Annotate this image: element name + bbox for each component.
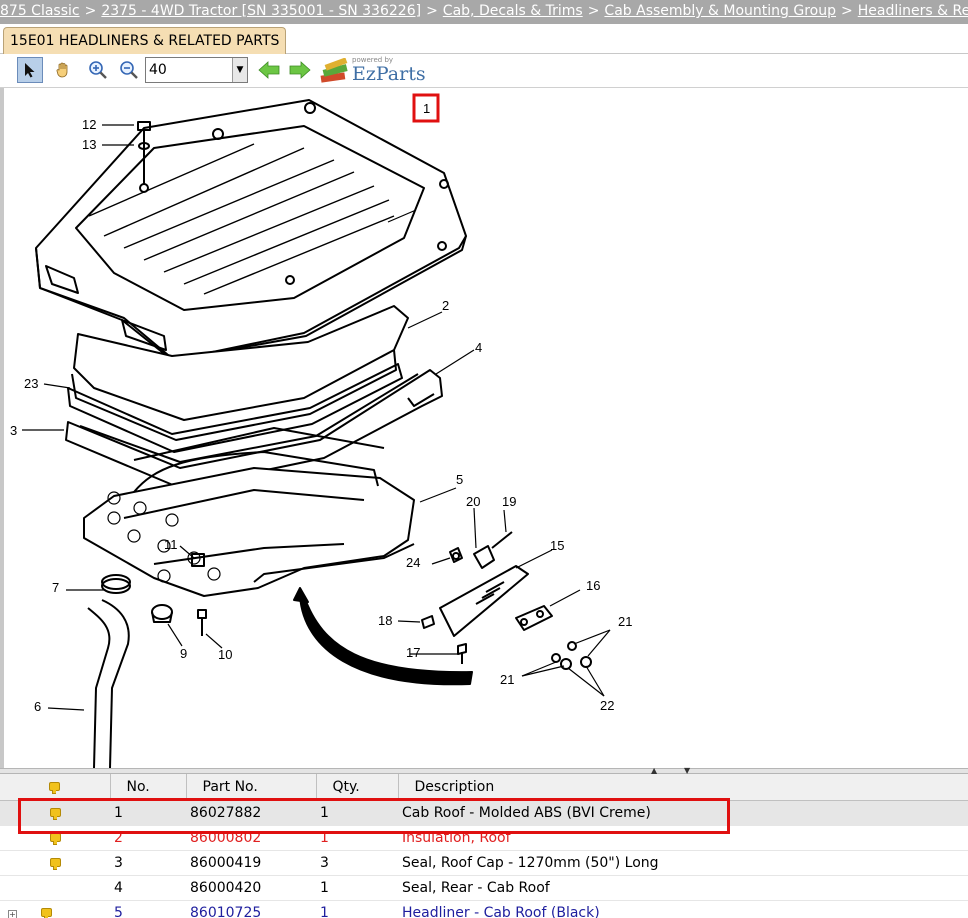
breadcrumb-separator: >: [841, 3, 853, 19]
row-description: Headliner - Cab Roof (Black): [398, 900, 968, 918]
note-icon[interactable]: [41, 907, 52, 918]
callout-22[interactable]: 22: [600, 698, 614, 713]
table-row[interactable]: 4 86000420 1 Seal, Rear - Cab Roof: [0, 875, 968, 901]
parts-table: No. Part No. Qty. Description 1 86027882…: [0, 774, 968, 918]
callout-19[interactable]: 19: [502, 494, 516, 509]
tab-strip: 15E01 HEADLINERS & RELATED PARTS: [0, 24, 968, 54]
col-header-qty[interactable]: Qty.: [316, 774, 399, 801]
table-header: No. Part No. Qty. Description: [0, 774, 968, 801]
row-qty: 1: [316, 900, 398, 918]
selected-row-highlight: [18, 798, 730, 834]
col-header-part-no[interactable]: Part No.: [186, 774, 317, 801]
callout-20[interactable]: 20: [466, 494, 480, 509]
breadcrumb-link-cab-decals[interactable]: Cab, Decals & Trims: [443, 0, 583, 22]
diagram-toolbar: 40 ▼ powered by EzParts: [0, 54, 968, 88]
callout-23[interactable]: 23: [24, 376, 38, 391]
breadcrumb-link-cab-assembly[interactable]: Cab Assembly & Mounting Group: [604, 0, 836, 22]
tab-headliners[interactable]: 15E01 HEADLINERS & RELATED PARTS: [3, 27, 287, 54]
callout-21b[interactable]: 21: [500, 672, 514, 687]
callout-5[interactable]: 5: [456, 472, 463, 487]
breadcrumb: 875 Classic >2375 - 4WD Tractor [SN 33500…: [0, 0, 968, 24]
zoom-level-value: 40: [149, 62, 167, 78]
forward-arrow-icon[interactable]: [287, 57, 313, 83]
breadcrumb-link-model[interactable]: 875 Classic: [0, 0, 80, 22]
callout-13[interactable]: 13: [82, 137, 96, 152]
breadcrumb-separator: >: [587, 3, 600, 19]
brand-name: EzParts: [352, 63, 426, 85]
callout-12[interactable]: 12: [82, 117, 96, 132]
books-icon: [320, 58, 348, 83]
callout-21[interactable]: 21: [618, 614, 632, 629]
callout-11[interactable]: 11: [164, 537, 178, 552]
exploded-view-drawing: 12 13 1 2 4 23 3 5 20 19 15 11 24 7 16 1…: [10, 93, 632, 768]
pan-hand-icon[interactable]: [50, 57, 76, 83]
callout-2[interactable]: 2: [442, 298, 449, 313]
ezparts-logo: powered by EzParts: [319, 56, 429, 86]
col-header-description[interactable]: Description: [398, 774, 968, 801]
row-description: Seal, Rear - Cab Roof: [398, 875, 968, 901]
table-row[interactable]: + 5 86010725 1 Headliner - Cab Roof (Bla…: [0, 900, 968, 918]
callout-24[interactable]: 24: [406, 555, 420, 570]
row-no: 3: [110, 850, 186, 876]
breadcrumb-separator: >: [84, 3, 97, 19]
col-header-no[interactable]: No.: [110, 774, 187, 801]
callout-16[interactable]: 16: [586, 578, 600, 593]
callout-3[interactable]: 3: [10, 423, 17, 438]
expand-icon[interactable]: +: [8, 909, 17, 918]
select-arrow-icon[interactable]: [17, 57, 43, 83]
row-no: 4: [110, 875, 186, 901]
row-description: Seal, Roof Cap - 1270mm (50") Long: [398, 850, 968, 876]
row-note-cell: [0, 875, 110, 901]
breadcrumb-separator: >: [426, 3, 438, 19]
callout-6[interactable]: 6: [34, 699, 41, 714]
callout-17[interactable]: 17: [406, 645, 420, 660]
callout-7[interactable]: 7: [52, 580, 59, 595]
callout-15[interactable]: 15: [550, 538, 564, 553]
row-part-no: 86000419: [186, 850, 316, 876]
note-icon[interactable]: [49, 857, 61, 870]
row-qty: 1: [316, 875, 398, 901]
callout-10[interactable]: 10: [218, 647, 232, 662]
row-part-no: 86010725: [186, 900, 316, 918]
zoom-level-select[interactable]: 40 ▼: [145, 57, 248, 83]
chevron-down-icon[interactable]: ▼: [232, 58, 247, 82]
callout-18[interactable]: 18: [378, 613, 392, 628]
row-note-cell[interactable]: +: [0, 900, 110, 918]
col-header-note[interactable]: [0, 774, 111, 801]
zoom-out-icon[interactable]: [116, 57, 142, 83]
callout-1[interactable]: 1: [423, 101, 430, 116]
callout-4[interactable]: 4: [475, 340, 482, 355]
row-no: 5: [110, 900, 186, 918]
breadcrumb-link-headliners[interactable]: Headliners & Related Parts: [858, 0, 968, 22]
breadcrumb-link-tractor[interactable]: 2375 - 4WD Tractor [SN 335001 - SN 33622…: [101, 0, 421, 22]
callout-9[interactable]: 9: [180, 646, 187, 661]
zoom-in-icon[interactable]: [85, 57, 111, 83]
note-icon: [49, 781, 61, 794]
row-qty: 3: [316, 850, 398, 876]
parts-diagram[interactable]: 12 13 1 2 4 23 3 5 20 19 15 11 24 7 16 1…: [0, 88, 968, 768]
back-arrow-icon[interactable]: [256, 57, 282, 83]
row-part-no: 86000420: [186, 875, 316, 901]
table-row[interactable]: 3 86000419 3 Seal, Roof Cap - 1270mm (50…: [0, 850, 968, 876]
row-note-cell[interactable]: [0, 850, 110, 876]
